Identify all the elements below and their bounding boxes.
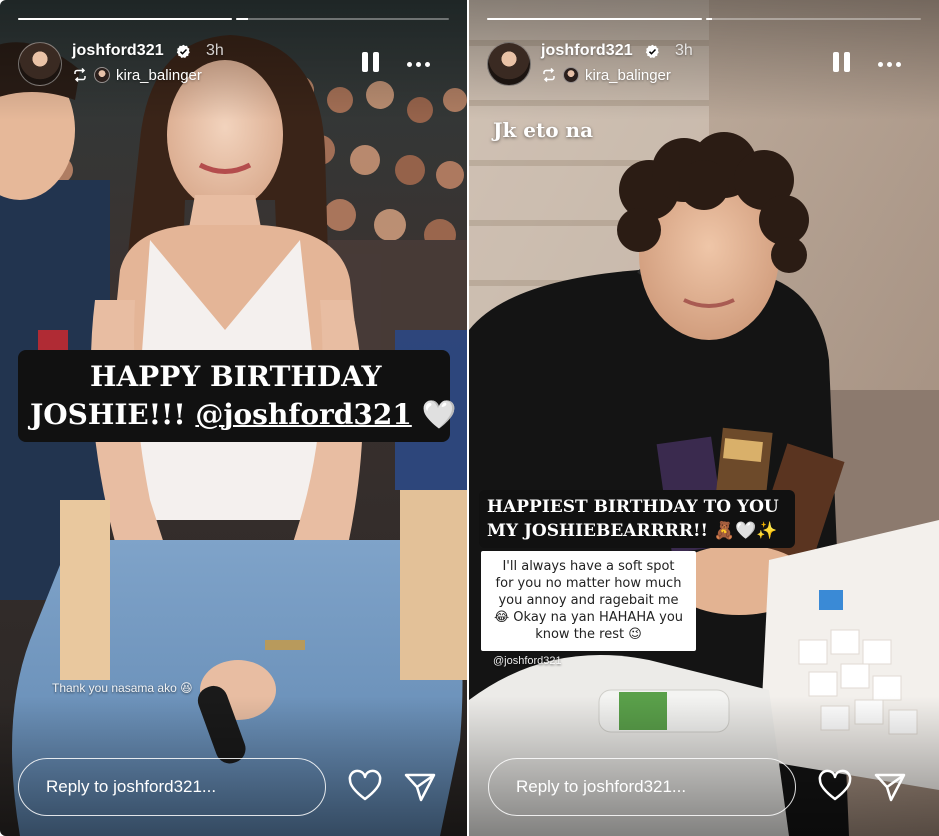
reposter-username: kira_balinger bbox=[585, 66, 671, 84]
more-options-button[interactable] bbox=[874, 54, 904, 74]
note-line: 😂 Okay na yan HAHAHA you bbox=[493, 610, 684, 625]
send-icon[interactable] bbox=[402, 769, 438, 805]
birthday-sticker: HAPPIEST BIRTHDAY TO YOU MY JOSHIEBEARRR… bbox=[479, 490, 795, 548]
avatar[interactable] bbox=[487, 42, 531, 86]
send-icon[interactable] bbox=[872, 769, 908, 805]
mention-tag[interactable]: @joshford321 bbox=[493, 655, 562, 667]
repost-attribution[interactable]: kira_balinger bbox=[72, 66, 202, 84]
note-line: for you no matter how much bbox=[495, 576, 682, 591]
heart-icon[interactable] bbox=[347, 769, 383, 805]
story-progress bbox=[18, 18, 449, 20]
reposter-avatar bbox=[563, 67, 579, 83]
sticker-line-1: HAPPY BIRTHDAY bbox=[90, 360, 382, 393]
story-header: joshford321 3h kira_balinger bbox=[487, 42, 921, 86]
avatar[interactable] bbox=[18, 42, 62, 86]
username[interactable]: joshford321 bbox=[72, 42, 164, 60]
progress-segment bbox=[18, 18, 232, 20]
sticker-line-2: JOSHIE!!! @joshford321 🤍 bbox=[30, 398, 456, 431]
story-time: 3h bbox=[206, 42, 224, 59]
note-card: I'll always have a soft spot for you no … bbox=[481, 551, 696, 651]
repost-icon bbox=[74, 67, 86, 83]
story-header: joshford321 3h kira_balinger bbox=[18, 42, 449, 86]
more-options-button[interactable] bbox=[403, 54, 433, 74]
story-caption: Jk eto na bbox=[493, 118, 594, 142]
repost-icon bbox=[543, 67, 555, 83]
username[interactable]: joshford321 bbox=[541, 42, 633, 60]
pause-button[interactable] bbox=[833, 52, 853, 74]
story-progress bbox=[487, 18, 921, 20]
verified-badge-icon bbox=[645, 44, 659, 58]
sticker-text: JOSHIE!!! bbox=[30, 398, 196, 431]
sticker-line-1: HAPPIEST BIRTHDAY TO YOU bbox=[487, 497, 779, 517]
heart-emoji: 🤍 bbox=[411, 398, 457, 431]
verified-badge-icon bbox=[176, 44, 190, 58]
progress-segment bbox=[235, 18, 449, 20]
small-caption: Thank you nasama ako 😆 bbox=[52, 681, 193, 695]
progress-segment bbox=[487, 18, 702, 20]
reposter-avatar bbox=[94, 67, 110, 83]
pause-button[interactable] bbox=[362, 52, 382, 74]
birthday-sticker: HAPPY BIRTHDAY JOSHIE!!! @joshford321 🤍 bbox=[18, 350, 456, 442]
repost-attribution[interactable]: kira_balinger bbox=[541, 66, 671, 84]
mention-link[interactable]: @joshford321 bbox=[195, 398, 411, 431]
story-time: 3h bbox=[675, 42, 693, 59]
note-line: know the rest 😉 bbox=[535, 627, 642, 642]
heart-icon[interactable] bbox=[817, 769, 853, 805]
reply-input[interactable]: Reply to joshford321... bbox=[18, 758, 326, 816]
note-line: I'll always have a soft spot bbox=[502, 559, 675, 574]
reposter-username: kira_balinger bbox=[116, 66, 202, 84]
story-panel-left[interactable]: joshford321 3h kira_balinger HAPPY BIRTH… bbox=[0, 0, 467, 836]
progress-segment bbox=[706, 18, 921, 20]
story-panel-right[interactable]: joshford321 3h kira_balinger Jk eto na H… bbox=[469, 0, 939, 836]
note-line: you annoy and ragebait me bbox=[498, 593, 679, 608]
sticker-line-2: MY JOSHIEBEARRRR!! 🧸🤍✨ bbox=[487, 521, 778, 541]
reply-input[interactable]: Reply to joshford321... bbox=[488, 758, 796, 816]
